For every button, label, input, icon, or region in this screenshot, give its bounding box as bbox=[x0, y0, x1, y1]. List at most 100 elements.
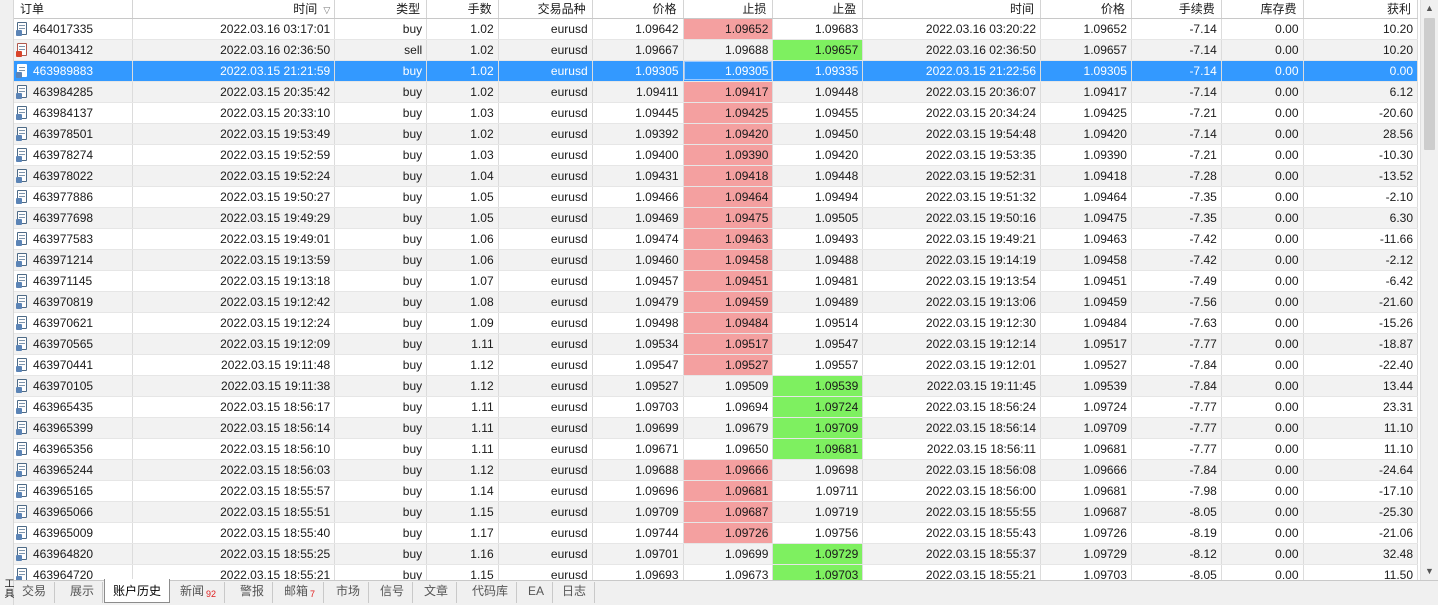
open-price-cell: 1.09744 bbox=[592, 522, 684, 544]
commission-cell: -7.42 bbox=[1131, 249, 1222, 271]
tab-exposure[interactable]: 展示 bbox=[62, 582, 104, 603]
lots-cell: 1.03 bbox=[426, 144, 499, 166]
account-history-table: 订单 时间 ▽ 类型 手数 交易品种 价格 止损 止盈 时间 价格 手续费 库存费… bbox=[14, 0, 1420, 580]
swap-cell: 0.00 bbox=[1221, 312, 1304, 334]
lots-cell: 1.05 bbox=[426, 186, 499, 208]
scroll-up-arrow-icon[interactable]: ▲ bbox=[1421, 0, 1438, 17]
table-row[interactable]: 463971214 2022.03.15 19:13:59 buy 1.06 eurus… bbox=[14, 249, 1418, 271]
open-time-cell: 2022.03.15 18:55:21 bbox=[132, 564, 336, 580]
table-row[interactable]: 463965009 2022.03.15 18:55:40 buy 1.17 eurus… bbox=[14, 522, 1418, 544]
table-row[interactable]: 463970565 2022.03.15 19:12:09 buy 1.11 eurus… bbox=[14, 333, 1418, 355]
take-profit-cell: 1.09703 bbox=[772, 564, 864, 580]
symbol-cell: eurusd bbox=[498, 417, 593, 439]
table-row[interactable]: 463965244 2022.03.15 18:56:03 buy 1.12 eurus… bbox=[14, 459, 1418, 481]
column-header-profit[interactable]: 获利 bbox=[1303, 0, 1418, 19]
take-profit-cell: 1.09557 bbox=[772, 354, 864, 376]
tab-history[interactable]: 账户历史 bbox=[104, 579, 171, 603]
tab-codebase[interactable]: 代码库 bbox=[464, 582, 518, 603]
table-row[interactable]: 463978022 2022.03.15 19:52:24 buy 1.04 eurus… bbox=[14, 165, 1418, 187]
column-header-lots[interactable]: 手数 bbox=[426, 0, 499, 19]
profit-cell: -21.60 bbox=[1303, 291, 1418, 313]
table-row[interactable]: 463970819 2022.03.15 19:12:42 buy 1.08 eurus… bbox=[14, 291, 1418, 313]
scroll-down-arrow-icon[interactable]: ▼ bbox=[1421, 563, 1438, 580]
table-row[interactable]: 463984285 2022.03.15 20:35:42 buy 1.02 eurus… bbox=[14, 81, 1418, 103]
swap-cell: 0.00 bbox=[1221, 102, 1304, 124]
table-row[interactable]: 464013412 2022.03.16 02:36:50 sell 1.02 euru… bbox=[14, 39, 1418, 61]
table-row[interactable]: 463978274 2022.03.15 19:52:59 buy 1.03 eurus… bbox=[14, 144, 1418, 166]
column-header-open-time[interactable]: 时间 ▽ bbox=[132, 0, 336, 19]
table-row[interactable]: 464017335 2022.03.16 03:17:01 buy 1.02 eurus… bbox=[14, 18, 1418, 40]
column-header-symbol[interactable]: 交易品种 bbox=[498, 0, 593, 19]
symbol-cell: eurusd bbox=[498, 18, 593, 40]
take-profit-cell: 1.09481 bbox=[772, 270, 864, 292]
column-header-close-price[interactable]: 价格 bbox=[1040, 0, 1132, 19]
table-row[interactable]: 463965399 2022.03.15 18:56:14 buy 1.11 eurus… bbox=[14, 417, 1418, 439]
commission-cell: -7.21 bbox=[1131, 102, 1222, 124]
tab-label: 账户历史 bbox=[113, 584, 162, 598]
close-price-cell: 1.09420 bbox=[1040, 123, 1132, 145]
lots-cell: 1.02 bbox=[426, 18, 499, 40]
type-cell: buy bbox=[334, 501, 428, 523]
lots-cell: 1.11 bbox=[426, 417, 499, 439]
swap-cell: 0.00 bbox=[1221, 39, 1304, 61]
column-header-type[interactable]: 类型 bbox=[334, 0, 428, 19]
order-number: 463977583 bbox=[33, 231, 94, 246]
table-row[interactable]: 463970621 2022.03.15 19:12:24 buy 1.09 eurus… bbox=[14, 312, 1418, 334]
tab-journal[interactable]: 日志 bbox=[554, 582, 596, 603]
table-row[interactable]: 463977583 2022.03.15 19:49:01 buy 1.06 eurus… bbox=[14, 228, 1418, 250]
toolbox-side-strip[interactable]: 工具箱 bbox=[0, 0, 14, 605]
stop-loss-cell: 1.09666 bbox=[683, 459, 774, 481]
table-row[interactable]: 463978501 2022.03.15 19:53:49 buy 1.02 eurus… bbox=[14, 123, 1418, 145]
table-row[interactable]: 463977698 2022.03.15 19:49:29 buy 1.05 eurus… bbox=[14, 207, 1418, 229]
tab-articles[interactable]: 文章 bbox=[416, 582, 458, 603]
order-document-icon bbox=[16, 336, 27, 351]
table-row[interactable]: 463977886 2022.03.15 19:50:27 buy 1.05 eurus… bbox=[14, 186, 1418, 208]
commission-cell: -7.14 bbox=[1131, 60, 1222, 82]
column-header-swap[interactable]: 库存费 bbox=[1221, 0, 1304, 19]
open-price-cell: 1.09305 bbox=[592, 60, 684, 82]
type-cell: buy bbox=[334, 102, 428, 124]
column-header-take-profit[interactable]: 止盈 bbox=[772, 0, 864, 19]
symbol-cell: eurusd bbox=[498, 39, 593, 61]
table-row[interactable]: 463965066 2022.03.15 18:55:51 buy 1.15 eurus… bbox=[14, 501, 1418, 523]
vertical-scrollbar[interactable]: ▲ ▼ bbox=[1420, 0, 1438, 580]
column-header-close-time[interactable]: 时间 bbox=[862, 0, 1042, 19]
type-cell: buy bbox=[334, 459, 428, 481]
column-header-stop-loss[interactable]: 止损 bbox=[683, 0, 774, 19]
order-cell: 463965399 bbox=[14, 417, 133, 439]
tab-mailbox[interactable]: 邮箱 7 bbox=[276, 582, 325, 603]
take-profit-cell: 1.09711 bbox=[772, 480, 864, 502]
order-cell: 464017335 bbox=[14, 18, 133, 40]
table-row[interactable]: 463989883 2022.03.15 21:21:59 buy 1.02 eurus… bbox=[14, 60, 1418, 82]
open-price-cell: 1.09469 bbox=[592, 207, 684, 229]
tab-alerts[interactable]: 警报 bbox=[232, 582, 274, 603]
column-header-commission[interactable]: 手续费 bbox=[1131, 0, 1222, 19]
table-row[interactable]: 463970105 2022.03.15 19:11:38 buy 1.12 eurus… bbox=[14, 375, 1418, 397]
tab-market[interactable]: 市场 bbox=[328, 582, 370, 603]
swap-cell: 0.00 bbox=[1221, 18, 1304, 40]
scrollbar-thumb[interactable] bbox=[1424, 18, 1435, 150]
table-row[interactable]: 463965165 2022.03.15 18:55:57 buy 1.14 eurus… bbox=[14, 480, 1418, 502]
table-row[interactable]: 463964820 2022.03.15 18:55:25 buy 1.16 eurus… bbox=[14, 543, 1418, 565]
table-row[interactable]: 463970441 2022.03.15 19:11:48 buy 1.12 eurus… bbox=[14, 354, 1418, 376]
column-header-open-price[interactable]: 价格 bbox=[592, 0, 684, 19]
table-row[interactable]: 463984137 2022.03.15 20:33:10 buy 1.03 eurus… bbox=[14, 102, 1418, 124]
table-row[interactable]: 463965435 2022.03.15 18:56:17 buy 1.11 eurus… bbox=[14, 396, 1418, 418]
table-row[interactable]: 463965356 2022.03.15 18:56:10 buy 1.11 eurus… bbox=[14, 438, 1418, 460]
lots-cell: 1.11 bbox=[426, 438, 499, 460]
terminal-tab-bar: 交易 展示 账户历史 新闻 92 警报 邮箱 7 市场 信号 文章 代码库 EA 日志 bbox=[14, 579, 1438, 605]
profit-cell: 6.30 bbox=[1303, 207, 1418, 229]
order-cell: 463965066 bbox=[14, 501, 133, 523]
table-row[interactable]: 463964720 2022.03.15 18:55:21 buy 1.15 eurus… bbox=[14, 564, 1418, 580]
profit-cell: -2.10 bbox=[1303, 186, 1418, 208]
profit-cell: -17.10 bbox=[1303, 480, 1418, 502]
table-row[interactable]: 463971145 2022.03.15 19:13:18 buy 1.07 eurus… bbox=[14, 270, 1418, 292]
tab-news[interactable]: 新闻 92 bbox=[172, 582, 226, 603]
column-header-order[interactable]: 订单 bbox=[14, 0, 133, 19]
tab-signals[interactable]: 信号 bbox=[372, 582, 414, 603]
close-price-cell: 1.09724 bbox=[1040, 396, 1132, 418]
tab-trade[interactable]: 交易 bbox=[14, 582, 56, 603]
type-cell: buy bbox=[334, 417, 428, 439]
open-time-cell: 2022.03.15 19:52:59 bbox=[132, 144, 336, 166]
tab-ea[interactable]: EA bbox=[520, 582, 554, 603]
